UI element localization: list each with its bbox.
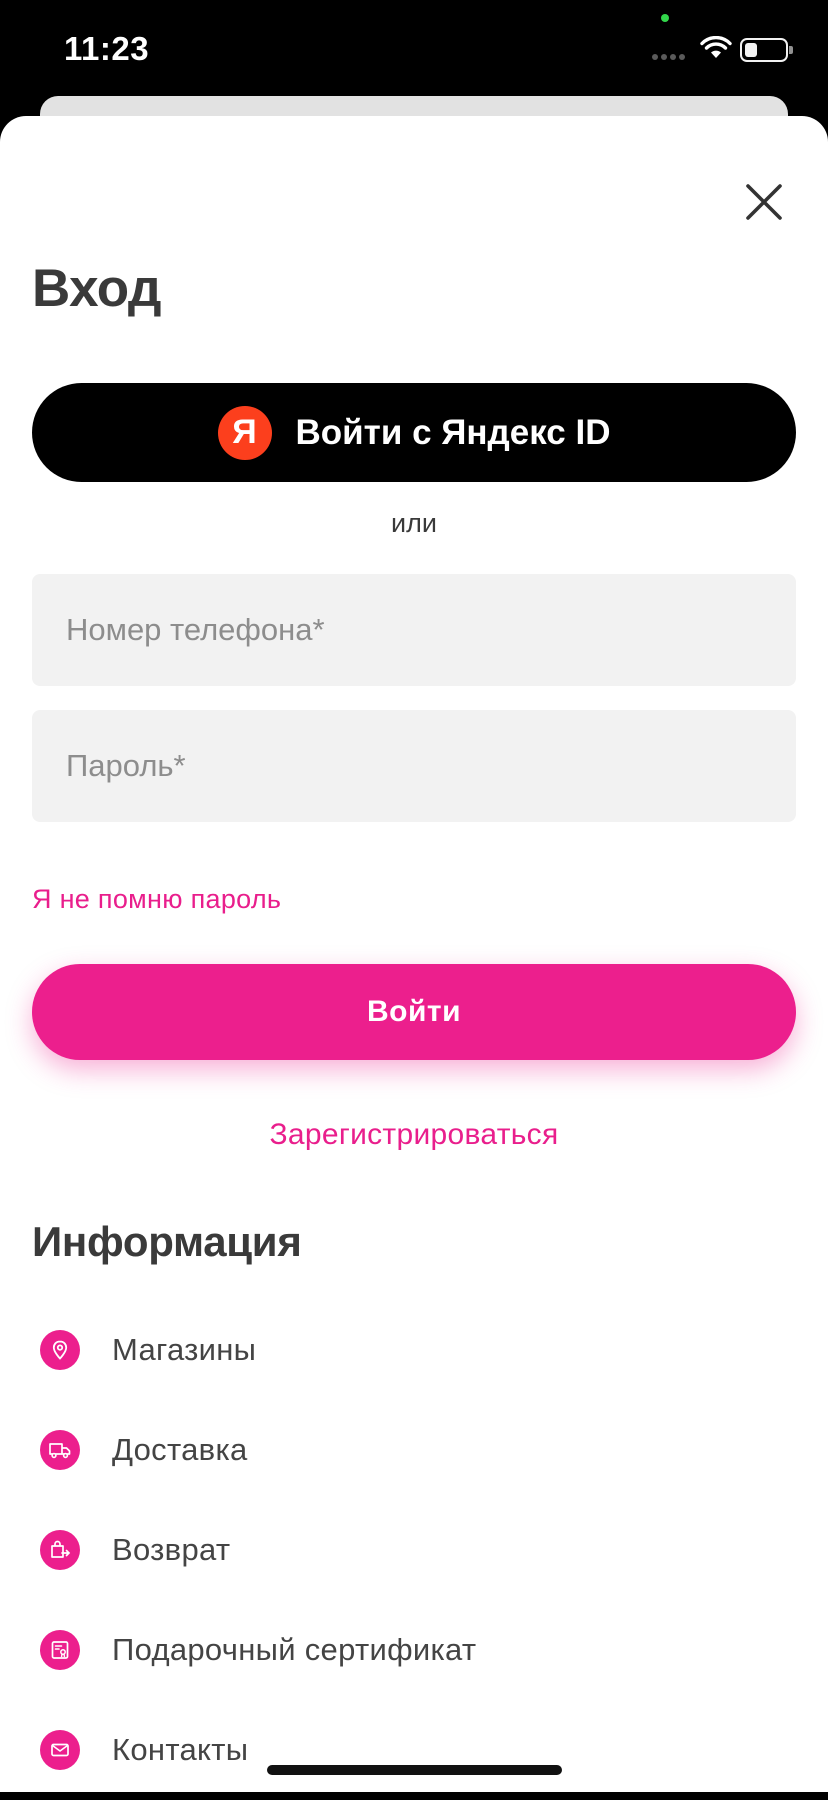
info-item-label: Возврат [112, 1532, 231, 1567]
home-indicator [267, 1765, 562, 1775]
yandex-id-login-button[interactable]: Я Войти с Яндекс ID [32, 383, 796, 482]
page-title: Вход [32, 259, 162, 318]
close-button[interactable] [740, 178, 788, 226]
yandex-logo-icon: Я [217, 405, 272, 460]
info-item-stores[interactable]: Магазины [0, 1300, 828, 1400]
info-item-label: Магазины [112, 1332, 257, 1367]
yandex-button-label: Войти с Яндекс ID [295, 412, 611, 452]
info-item-label: Контакты [112, 1732, 249, 1767]
or-divider-text: или [391, 508, 437, 538]
forgot-password-link[interactable]: Я не помню пароль [32, 884, 281, 915]
close-icon [746, 184, 782, 220]
login-button[interactable]: Войти [32, 964, 796, 1060]
status-time: 11:23 [64, 30, 150, 67]
camera-indicator-dot [661, 14, 669, 22]
info-item-label: Доставка [112, 1432, 248, 1467]
info-list: Магазины Доставка Возврат Подарочный сер… [0, 1300, 828, 1800]
info-item-return[interactable]: Возврат [0, 1500, 828, 1600]
return-bag-icon [40, 1530, 80, 1570]
password-field[interactable] [32, 709, 796, 823]
phone-field[interactable] [32, 573, 796, 687]
wifi-icon [700, 36, 732, 58]
location-pin-icon [40, 1330, 80, 1370]
info-item-label: Подарочный сертификат [112, 1632, 477, 1667]
cellular-signal-icon [652, 54, 685, 60]
register-link[interactable]: Зарегистрироваться [0, 1118, 828, 1152]
password-input[interactable] [64, 709, 796, 823]
truck-icon [40, 1430, 80, 1470]
gift-certificate-icon [40, 1630, 80, 1670]
battery-icon [740, 38, 793, 62]
status-bar: 11:23 [0, 0, 828, 100]
phone-input[interactable] [64, 573, 796, 687]
envelope-icon [40, 1730, 80, 1770]
info-item-gift-certificate[interactable]: Подарочный сертификат [0, 1600, 828, 1700]
info-item-delivery[interactable]: Доставка [0, 1400, 828, 1500]
info-section-title: Информация [32, 1218, 302, 1265]
info-item-contacts[interactable]: Контакты [0, 1700, 828, 1800]
